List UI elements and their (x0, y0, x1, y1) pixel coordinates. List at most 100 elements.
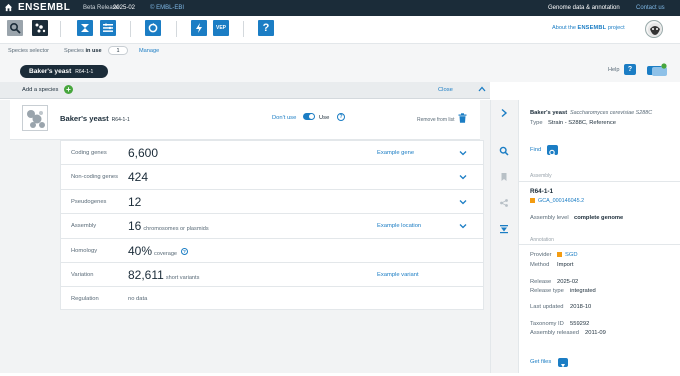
coverage-help-icon[interactable]: ? (181, 247, 189, 255)
stats-example-link[interactable]: Example gene (377, 150, 414, 156)
stats-value-unit: chromosomes or plasmids (143, 226, 209, 233)
release-version: 2025-02 (113, 5, 136, 11)
provider-link[interactable]: SGD (557, 252, 578, 258)
stats-value-unit: coverage (154, 250, 178, 257)
stats-value-number: 12 (128, 194, 142, 209)
stats-row-label: Non-coding genes (71, 174, 119, 181)
stats-row: Regulation no data (61, 287, 483, 311)
chevron-up-icon[interactable] (478, 85, 486, 93)
stats-row-value: 6,600 (128, 146, 158, 160)
avatar[interactable] (645, 20, 663, 38)
help-icon[interactable]: ? (258, 20, 274, 36)
stats-row-value: 424 (128, 170, 148, 184)
stats-value-number: 424 (128, 170, 149, 185)
assembly-released-value: 2011-09 (585, 330, 606, 336)
stats-row[interactable]: Coding genes 6,600 Example gene (61, 141, 483, 166)
add-species-bar (0, 82, 490, 99)
about-prefix: About the (552, 25, 576, 31)
selected-species-name: Baker's yeast (29, 68, 72, 75)
entity-viewer-icon[interactable] (100, 20, 116, 36)
find-button[interactable] (547, 145, 558, 157)
use-help-icon[interactable]: ? (337, 113, 345, 121)
stats-row-value: 82,611 short variants (128, 268, 199, 282)
about-suffix: project (607, 25, 625, 31)
external-link-icon (557, 252, 562, 257)
release-value: 2025-02 (557, 279, 579, 285)
get-files-link[interactable]: Get files (530, 359, 551, 365)
stats-row-label: Variation (71, 272, 94, 278)
about-ensembl-link[interactable]: About the ENSEMBL project (552, 25, 625, 31)
chevron-down-icon[interactable] (459, 198, 467, 206)
sidebar-tab-strip (490, 100, 518, 373)
embl-ebi-link[interactable]: © EMBL-EBI (150, 5, 184, 11)
manage-species-link[interactable]: Manage (139, 48, 159, 54)
assembly-level-label: Assembly level (530, 215, 569, 221)
chevron-down-icon[interactable] (459, 222, 467, 230)
assembly-divider (518, 181, 680, 182)
stats-row-label: Regulation (71, 296, 99, 303)
species-selector-icon[interactable] (32, 20, 48, 36)
stats-value-number: 16 (128, 219, 142, 234)
close-link[interactable]: Close (438, 87, 453, 93)
blast-icon[interactable] (145, 20, 161, 36)
tools-icon[interactable] (191, 20, 207, 36)
stats-value-number: 40% (128, 243, 153, 258)
use-toggle[interactable] (303, 113, 315, 120)
species-card-title: Baker's yeast R64-1-1 (60, 114, 130, 123)
download-icon[interactable] (499, 224, 509, 234)
annotation-section-title: Annotation (530, 237, 554, 243)
species-in-use-label: Species in use (64, 48, 102, 54)
ensembl-logo[interactable]: ENSEMBL (18, 2, 70, 13)
stats-row-value: 12 (128, 195, 141, 209)
stats-example-link[interactable]: Example location (377, 223, 421, 229)
accession-link[interactable]: GCA_000146045.2 (530, 198, 584, 204)
about-brand: ENSEMBL (577, 25, 607, 31)
contact-us-link[interactable]: Contact us (636, 5, 665, 11)
species-card-assembly: R64-1-1 (111, 117, 130, 123)
bookmark-icon[interactable] (499, 172, 509, 182)
stats-row[interactable]: Assembly 16 chromosomes or plasmids Example… (61, 214, 483, 239)
info-type-value: Strain - S288C, Reference (548, 120, 616, 126)
help-label: Help (608, 67, 620, 73)
get-files-button[interactable] (558, 358, 568, 370)
help-button[interactable]: ? (624, 64, 636, 75)
selected-species-tab[interactable]: Baker's yeast R64-1-1 (20, 65, 108, 78)
search-icon[interactable] (499, 146, 509, 156)
release-type-label: Release type (530, 288, 564, 294)
info-scientific-name: Saccharomyces cerevisiae S288C (570, 110, 653, 116)
chevron-down-icon[interactable] (459, 149, 467, 157)
vep-label: VEP (215, 25, 226, 31)
chevron-down-icon[interactable] (459, 173, 467, 181)
chevron-right-icon[interactable] (499, 108, 509, 118)
provider-label: Provider (530, 252, 552, 258)
selected-species-assembly: R64-1-1 (75, 69, 94, 75)
assembly-name: R64-1-1 (530, 188, 554, 195)
search-icon[interactable] (7, 20, 23, 36)
trash-icon[interactable] (458, 113, 467, 123)
stats-row[interactable]: Non-coding genes 424 (61, 165, 483, 190)
vep-icon[interactable]: VEP (213, 20, 229, 36)
info-species-name: Baker's yeast (530, 110, 568, 116)
home-icon[interactable] (4, 3, 13, 12)
dont-use-label[interactable]: Don't use (272, 115, 296, 121)
use-label[interactable]: Use (319, 115, 329, 121)
taxonomy-value: 559292 (570, 321, 590, 327)
genome-browser-icon[interactable] (77, 20, 93, 36)
stats-example-link[interactable]: Example variant (377, 272, 419, 278)
accession-text: GCA_000146045.2 (538, 198, 585, 204)
stats-row-label: Homology (71, 247, 98, 254)
provider-value: SGD (565, 252, 578, 259)
last-updated-value: 2018-10 (570, 304, 592, 310)
stats-row-label: Pseudogenes (71, 198, 107, 205)
assembly-level-value: complete genome (574, 215, 624, 221)
stats-row-label: Assembly (71, 223, 97, 230)
stats-row-label: Coding genes (71, 150, 107, 156)
share-icon[interactable] (499, 198, 509, 208)
assembly-released-label: Assembly released (530, 330, 579, 336)
remove-from-list-link[interactable]: Remove from list (417, 117, 455, 123)
add-species-label: Add a species (22, 87, 59, 93)
stats-row[interactable]: Pseudogenes 12 (61, 190, 483, 215)
add-species-button[interactable]: + (64, 85, 73, 94)
chat-icon[interactable] (646, 63, 668, 77)
find-link[interactable]: Find (530, 147, 541, 153)
